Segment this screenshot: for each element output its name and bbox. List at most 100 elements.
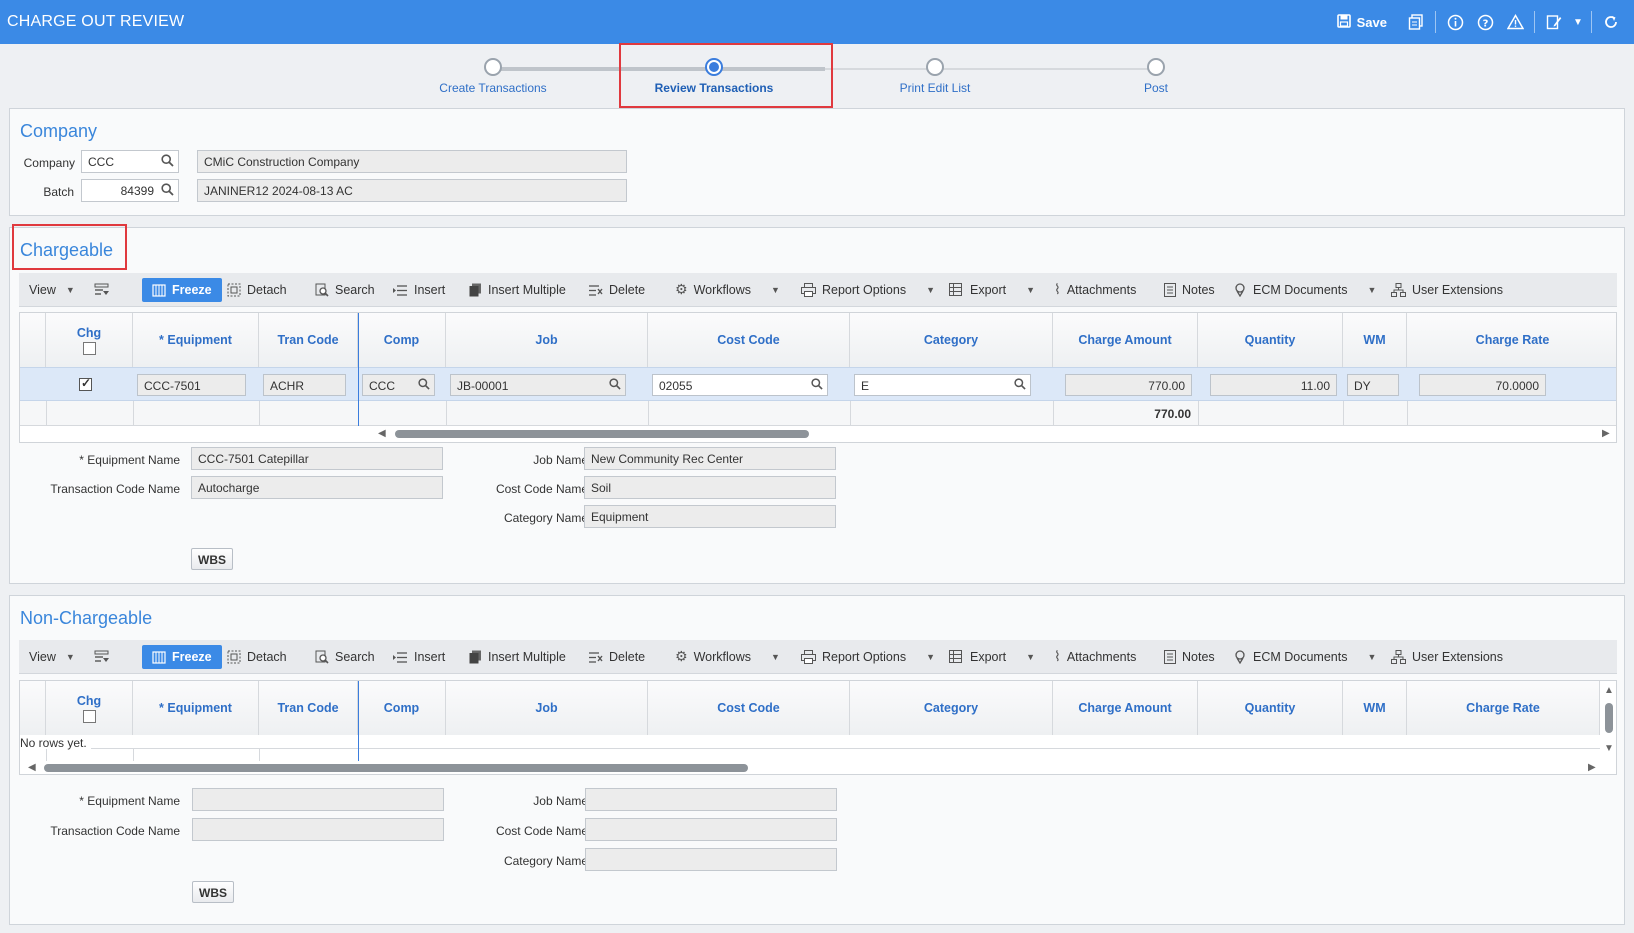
company-field[interactable]: CCC [81, 150, 179, 173]
delete-button[interactable]: Delete [588, 645, 645, 669]
export-menu[interactable]: Export ▼ [949, 278, 1035, 302]
search-icon[interactable] [161, 154, 174, 170]
attachments-button[interactable]: ⌇ Attachments [1054, 645, 1136, 669]
charge-rate-cell[interactable]: 70.0000 [1419, 374, 1546, 396]
detach-button[interactable]: Detach [227, 278, 287, 302]
column-header-quantity[interactable]: Quantity [1198, 681, 1343, 735]
column-header-charge-amount[interactable]: Charge Amount [1053, 313, 1198, 367]
edit-icon[interactable] [1539, 10, 1569, 34]
column-header-equipment[interactable]: * Equipment [133, 313, 259, 367]
column-header-tran-code[interactable]: Tran Code [259, 681, 358, 735]
view-menu[interactable]: View ▼ [29, 645, 75, 669]
scroll-right-icon[interactable]: ▶ [1602, 428, 1610, 439]
wizard-step-print-edit-list[interactable]: Print Edit List [825, 58, 1045, 95]
column-header-chg[interactable]: Chg [46, 681, 133, 735]
wbs-button[interactable]: WBS [192, 881, 234, 903]
column-header-comp[interactable]: Comp [358, 681, 446, 735]
save-button[interactable]: Save [1336, 13, 1387, 31]
vertical-scrollbar[interactable]: ▲ ▼ [1602, 681, 1616, 761]
scroll-left-icon[interactable]: ◀ [28, 762, 36, 773]
quantity-cell[interactable]: 11.00 [1210, 374, 1337, 396]
scroll-down-icon[interactable]: ▼ [1604, 743, 1614, 754]
row-checkbox[interactable] [79, 376, 92, 391]
scroll-left-icon[interactable]: ◀ [378, 428, 386, 439]
ecm-documents-menu[interactable]: ECM Documents ▼ [1233, 278, 1376, 302]
column-header-job[interactable]: Job [446, 313, 648, 367]
column-header-cost-code[interactable]: Cost Code [648, 681, 850, 735]
freeze-button[interactable]: Freeze [142, 278, 222, 302]
query-filter-icon[interactable] [94, 645, 110, 669]
column-header-job[interactable]: Job [446, 681, 648, 735]
horizontal-scrollbar[interactable]: ◀ ▶ [20, 762, 1616, 774]
batch-field[interactable]: 84399 [81, 179, 179, 202]
report-options-menu[interactable]: Report Options ▼ [801, 278, 935, 302]
query-filter-icon[interactable] [94, 278, 110, 302]
user-extensions-button[interactable]: User Extensions [1391, 278, 1503, 302]
job-cell[interactable]: JB-00001 [450, 374, 626, 396]
transaction-code-name-field[interactable] [192, 818, 444, 841]
help-icon[interactable]: ? [1470, 10, 1500, 34]
select-all-checkbox[interactable] [82, 709, 96, 723]
delete-button[interactable]: Delete [588, 278, 645, 302]
refresh-icon[interactable] [1596, 10, 1626, 34]
freeze-button[interactable]: Freeze [142, 645, 222, 669]
column-header-charge-rate[interactable]: Charge Rate [1407, 681, 1600, 735]
job-name-field[interactable] [585, 788, 837, 811]
equipment-cell[interactable]: CCC-7501 [137, 374, 246, 396]
search-icon[interactable] [418, 378, 430, 393]
column-header-chg[interactable]: Chg [46, 313, 133, 367]
select-all-checkbox[interactable] [82, 341, 96, 355]
wbs-button[interactable]: WBS [191, 548, 233, 570]
column-header-equipment[interactable]: * Equipment [133, 681, 259, 735]
search-button[interactable]: Search [315, 278, 375, 302]
insert-multiple-button[interactable]: Insert Multiple [469, 278, 566, 302]
equipment-name-field[interactable] [192, 788, 444, 811]
insert-button[interactable]: Insert [393, 278, 445, 302]
wizard-step-post[interactable]: Post [1046, 58, 1266, 95]
report-options-menu[interactable]: Report Options ▼ [801, 645, 935, 669]
wm-cell[interactable]: DY [1347, 374, 1399, 396]
chevron-down-icon[interactable]: ▼ [1569, 10, 1587, 34]
column-header-category[interactable]: Category [850, 681, 1053, 735]
workflows-menu[interactable]: ⚙ Workflows ▼ [675, 645, 780, 669]
comp-cell[interactable]: CCC [362, 374, 435, 396]
detach-button[interactable]: Detach [227, 645, 287, 669]
column-header-tran-code[interactable]: Tran Code [259, 313, 358, 367]
insert-multiple-button[interactable]: Insert Multiple [469, 645, 566, 669]
search-icon[interactable] [811, 378, 823, 393]
horizontal-scrollbar[interactable]: ◀ ▶ [20, 428, 1616, 440]
search-button[interactable]: Search [315, 645, 375, 669]
attachments-button[interactable]: ⌇ Attachments [1054, 278, 1136, 302]
column-header-wm[interactable]: WM [1343, 681, 1407, 735]
column-header-wm[interactable]: WM [1343, 313, 1407, 367]
charge-amount-cell[interactable]: 770.00 [1065, 374, 1192, 396]
notes-button[interactable]: Notes [1164, 278, 1215, 302]
user-extensions-button[interactable]: User Extensions [1391, 645, 1503, 669]
view-menu[interactable]: View ▼ [29, 278, 75, 302]
search-icon[interactable] [161, 183, 174, 199]
column-header-charge-rate[interactable]: Charge Rate [1407, 313, 1616, 367]
search-icon[interactable] [609, 378, 621, 393]
scrollbar-thumb[interactable] [395, 430, 809, 438]
scrollbar-thumb[interactable] [44, 764, 748, 772]
scroll-right-icon[interactable]: ▶ [1588, 762, 1596, 773]
tran-code-cell[interactable]: ACHR [263, 374, 346, 396]
column-header-cost-code[interactable]: Cost Code [648, 313, 850, 367]
workflows-menu[interactable]: ⚙ Workflows ▼ [675, 278, 780, 302]
category-name-field[interactable] [585, 848, 837, 871]
scroll-up-icon[interactable]: ▲ [1604, 685, 1614, 696]
column-header-quantity[interactable]: Quantity [1198, 313, 1343, 367]
column-header-charge-amount[interactable]: Charge Amount [1053, 681, 1198, 735]
insert-button[interactable]: Insert [393, 645, 445, 669]
column-header-category[interactable]: Category [850, 313, 1053, 367]
export-menu[interactable]: Export ▼ [949, 645, 1035, 669]
print-stack-icon[interactable] [1401, 10, 1431, 34]
search-icon[interactable] [1014, 378, 1026, 393]
cost-code-cell[interactable]: 02055 [652, 374, 828, 396]
table-row[interactable]: CCC-7501 ACHR CCC JB-00001 02055 E 770.0… [20, 367, 1616, 401]
category-cell[interactable]: E [854, 374, 1031, 396]
warning-icon[interactable] [1500, 10, 1530, 34]
column-header-comp[interactable]: Comp [358, 313, 446, 367]
info-icon[interactable] [1440, 10, 1470, 34]
scrollbar-thumb[interactable] [1605, 703, 1613, 733]
